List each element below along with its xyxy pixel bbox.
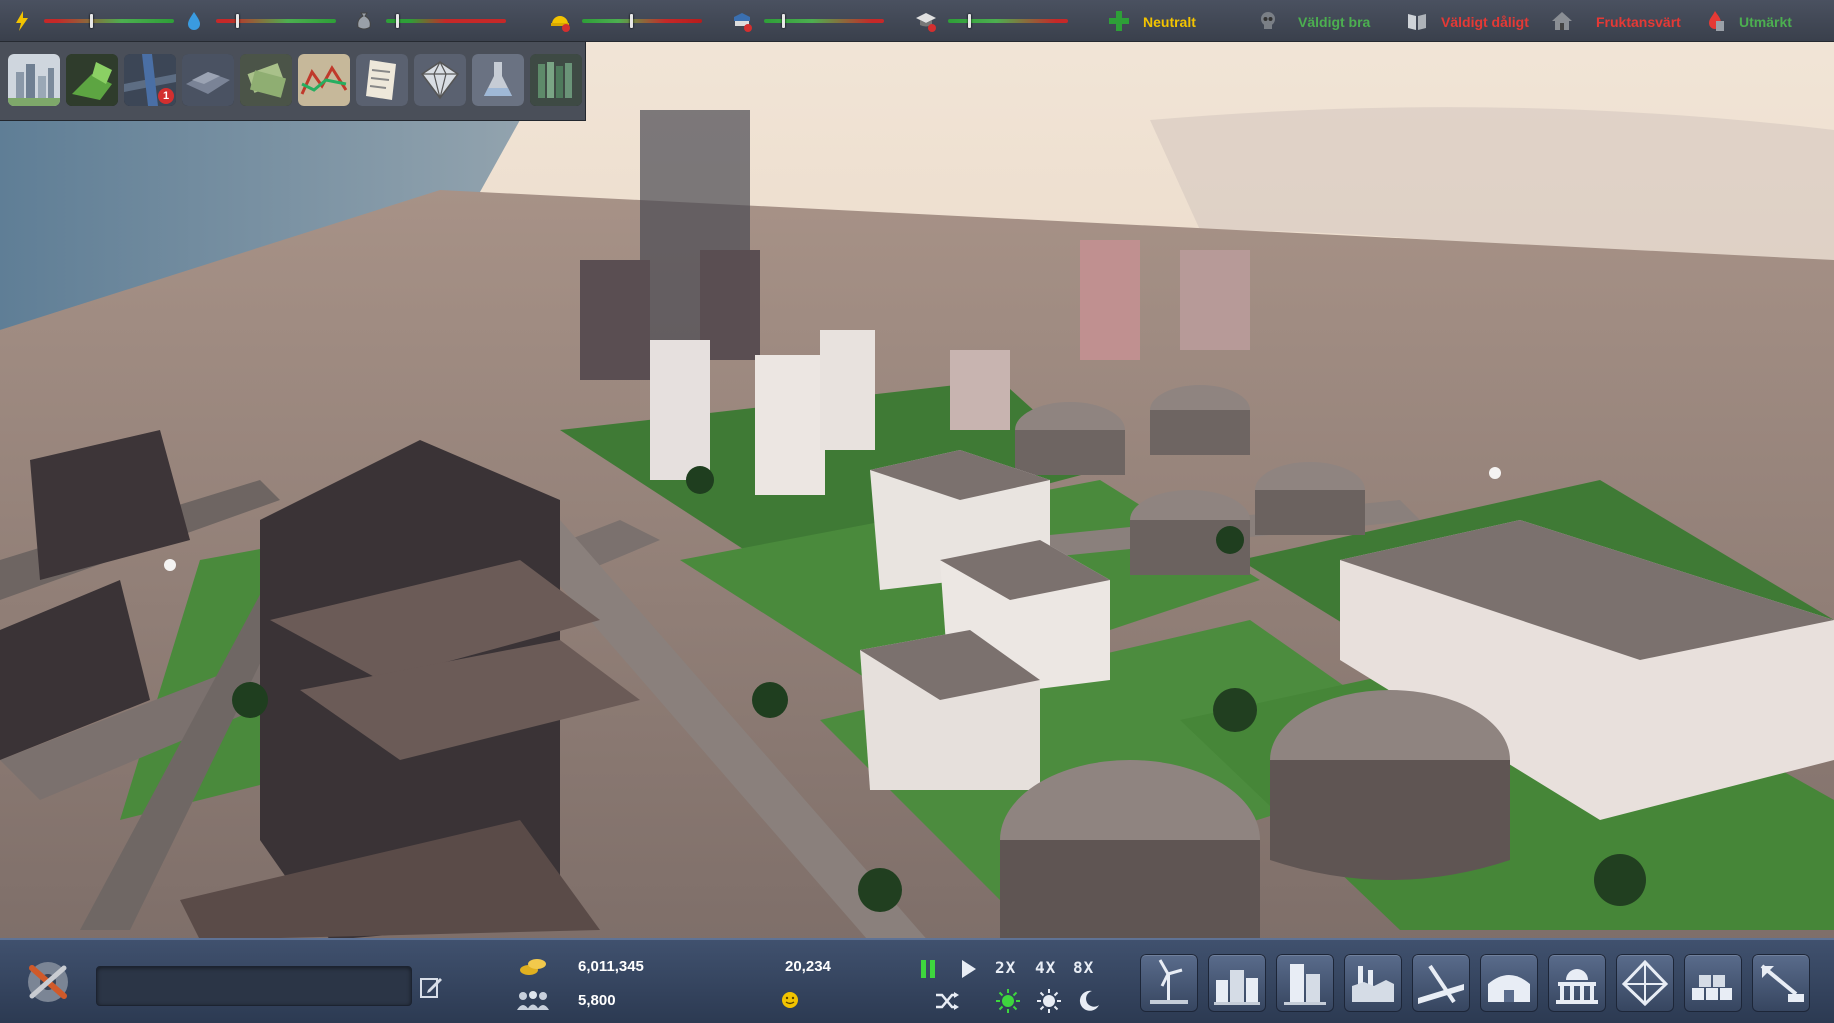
workforce-meter-thumb[interactable] <box>630 14 633 28</box>
power-meter-thumb[interactable] <box>89 14 93 28</box>
workforce-meter-track <box>582 19 702 23</box>
garbage-meter-thumb[interactable] <box>395 14 399 28</box>
moon-icon[interactable] <box>1076 988 1102 1014</box>
service-building-icon <box>1488 975 1530 1002</box>
finances-tool[interactable] <box>240 54 292 106</box>
residential-build-button[interactable] <box>1208 954 1266 1012</box>
power-build-button[interactable] <box>1140 954 1198 1012</box>
happiness-smiley-icon[interactable] <box>781 991 799 1009</box>
worker-helmet-icon <box>551 16 570 32</box>
capitol-icon <box>1556 969 1598 1004</box>
water-meter-thumb[interactable] <box>236 14 240 28</box>
scroll-icon <box>356 54 408 106</box>
zoning-map-tool[interactable] <box>66 54 118 106</box>
education-meter[interactable] <box>914 8 1074 34</box>
police-meter-thumb[interactable] <box>782 14 785 28</box>
crane-icon <box>1760 964 1804 1002</box>
road-build-icon <box>1418 964 1464 1004</box>
education-status-text: Väldigt dåligt <box>1441 14 1529 30</box>
day-night-cycle-icon[interactable] <box>995 988 1021 1014</box>
garbage-meter-track <box>386 19 506 23</box>
money-icon <box>240 54 292 106</box>
statistics-tool[interactable] <box>298 54 350 106</box>
population-value: 5,800 <box>578 992 616 1009</box>
garbage-bag-icon <box>357 12 371 30</box>
commercial-build-button[interactable] <box>1276 954 1334 1012</box>
top-status-bar: Neutralt Väldigt bra Väldigt dåligt Fruk… <box>0 0 1834 42</box>
gem-icon <box>414 54 466 106</box>
coins-icon <box>520 959 546 975</box>
city-name-field[interactable] <box>96 966 412 1006</box>
factory-icon <box>1352 966 1394 1002</box>
housing-status-text: Fruktansvärt <box>1596 14 1681 30</box>
crates-icon <box>1692 975 1732 1000</box>
traffic-tool[interactable]: 1 <box>124 54 176 106</box>
settings-tools-button[interactable] <box>18 954 78 1010</box>
power-meter[interactable] <box>10 8 174 34</box>
police-meter[interactable] <box>730 8 890 34</box>
map-icon <box>66 54 118 106</box>
roads-build-button[interactable] <box>1412 954 1470 1012</box>
education-meter-track <box>948 19 1068 23</box>
fire-icon <box>1709 11 1724 31</box>
services-build-button[interactable] <box>1480 954 1538 1012</box>
police-icon <box>734 13 752 32</box>
library-tool[interactable] <box>530 54 582 106</box>
workforce-meter[interactable] <box>548 8 708 34</box>
pause-button[interactable] <box>918 958 938 980</box>
government-build-button[interactable] <box>1548 954 1606 1012</box>
power-meter-track <box>44 19 174 23</box>
speed-2x-button[interactable]: 2X <box>995 958 1016 977</box>
bulldoze-button[interactable] <box>1752 954 1810 1012</box>
houses-icon <box>1214 970 1260 1005</box>
garbage-meter[interactable] <box>352 8 512 34</box>
traffic-alert-badge: 1 <box>158 88 174 104</box>
resources-tool[interactable] <box>414 54 466 106</box>
fire-status-text: Utmärkt <box>1739 14 1792 30</box>
power-icon <box>16 11 28 31</box>
education-icon <box>916 13 936 32</box>
speed-8x-button[interactable]: 8X <box>1073 958 1094 977</box>
graph-icon <box>298 54 350 106</box>
office-icon <box>1284 964 1326 1005</box>
water-drop-icon <box>188 12 200 30</box>
shuffle-icon[interactable] <box>934 990 960 1012</box>
books-icon <box>530 54 582 106</box>
plus-icon <box>1109 11 1129 31</box>
water-meter[interactable] <box>182 8 342 34</box>
wind-turbine-icon <box>1150 959 1188 1004</box>
population-icon <box>517 991 549 1010</box>
city-scene-view[interactable] <box>0 0 1834 1023</box>
districts-tool[interactable] <box>182 54 234 106</box>
money-value: 6,011,345 <box>578 958 644 975</box>
pyramid-icon <box>1621 959 1669 1007</box>
research-tool[interactable] <box>472 54 524 106</box>
storage-build-button[interactable] <box>1684 954 1742 1012</box>
city-overview-tool[interactable] <box>8 54 60 106</box>
crime-status-text: Väldigt bra <box>1298 14 1371 30</box>
education-meter-thumb[interactable] <box>968 14 972 28</box>
score-value: 20,234 <box>785 958 831 975</box>
bottom-bar: 6,011,345 5,800 20,234 2X 4X 8X <box>0 938 1834 1023</box>
tool-panel: 1 <box>0 42 586 121</box>
water-meter-track <box>216 19 336 23</box>
skull-icon <box>1261 12 1275 29</box>
house-icon <box>1552 12 1572 30</box>
edit-name-icon[interactable] <box>418 974 444 1000</box>
health-status-text: Neutralt <box>1143 14 1196 30</box>
book-icon <box>1408 14 1426 30</box>
grid-icon <box>182 54 234 106</box>
flask-icon <box>472 54 524 106</box>
city-icon <box>8 54 60 106</box>
policies-tool[interactable] <box>356 54 408 106</box>
industrial-build-button[interactable] <box>1344 954 1402 1012</box>
landmark-build-button[interactable] <box>1616 954 1674 1012</box>
sun-icon[interactable] <box>1036 988 1062 1014</box>
play-button[interactable] <box>958 958 978 980</box>
speed-4x-button[interactable]: 4X <box>1035 958 1056 977</box>
